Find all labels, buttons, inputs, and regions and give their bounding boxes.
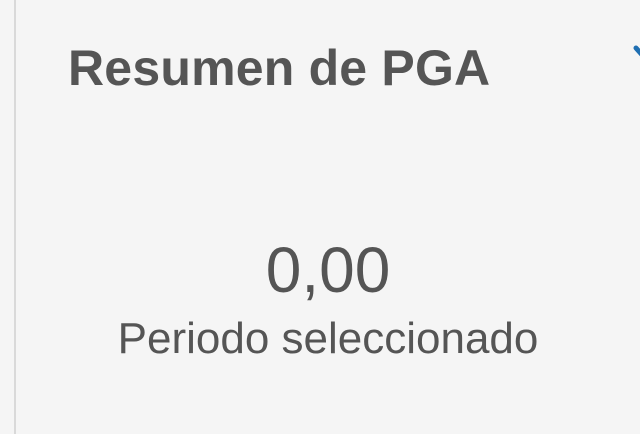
card-title: Resumen de PGA xyxy=(68,40,491,96)
chevron-down-icon xyxy=(633,45,640,57)
metric-block: 0,00 Periodo seleccionado xyxy=(16,232,640,366)
pga-summary-card: Resumen de PGA 0,00 Periodo seleccionado xyxy=(16,0,640,434)
metric-value: 0,00 xyxy=(265,234,391,306)
app-screen: Resumen de PGA 0,00 Periodo seleccionado xyxy=(0,0,640,434)
expand-button[interactable] xyxy=(632,38,640,78)
metric-label: Periodo seleccionado xyxy=(117,314,539,363)
